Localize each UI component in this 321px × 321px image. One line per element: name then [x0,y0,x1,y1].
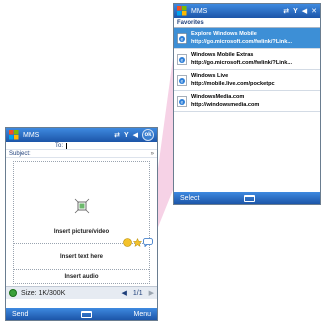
signal-icon[interactable]: Y [124,132,129,139]
keyboard-icon[interactable] [244,194,255,202]
favorite-item[interactable]: e Explore Windows Mobile http://go.micro… [174,28,320,49]
text-cursor [66,142,67,149]
windows-flag-icon[interactable] [177,6,187,16]
chevron-down-icon[interactable]: » [151,151,154,157]
insert-text-slot[interactable]: Insert text here [14,238,153,270]
slide-area: Insert picture/video Insert text here In… [13,161,153,284]
favorite-item[interactable]: e WindowsMedia.com http://windowsmedia.c… [174,91,320,112]
subject-field[interactable]: Subject: » [6,150,157,158]
insert-picture-label: Insert picture/video [53,229,110,235]
connectivity-icon[interactable]: ⇄ [283,7,289,15]
menu-softkey[interactable]: Menu [111,311,151,318]
favorite-name: WindowsMedia.com [191,94,245,100]
internet-explorer-icon: e [177,32,187,44]
insert-text-label: Insert text here [59,253,104,260]
star-icon[interactable] [133,238,142,247]
compose-screen: MMS ⇄ Y ◀ ok To: Subject: » Insert pictu… [5,127,158,321]
favorite-url: http://go.microsoft.com/fwlink/?Link... [191,60,292,66]
favorite-url: http://mobile.live.com/pocketpc [191,81,275,87]
volume-icon[interactable]: ◀ [302,7,307,15]
favorites-header: Favorites [174,18,320,28]
play-icon[interactable] [9,289,17,297]
subject-label: Subject: [9,150,31,157]
page-navigator: ◀ 1/1 ▶ [121,289,154,298]
softkey-bar: Select [174,192,320,204]
favorite-url: http://go.microsoft.com/fwlink/?Link... [191,39,292,45]
send-softkey[interactable]: Send [12,311,62,318]
insert-audio-slot[interactable]: Insert audio [14,270,149,283]
favorite-item[interactable]: e Windows Live http://mobile.live.com/po… [174,70,320,91]
app-title: MMS [191,7,208,15]
smiley-icon[interactable] [123,238,132,247]
select-softkey[interactable]: Select [180,195,225,202]
previous-page-icon[interactable]: ◀ [121,289,126,297]
windows-flag-icon[interactable] [9,130,19,140]
volume-icon[interactable]: ◀ [133,131,138,139]
internet-explorer-icon: e [177,74,187,86]
insert-audio-label: Insert audio [64,273,99,280]
speech-bubble-icon[interactable] [143,238,153,247]
favorite-name: Windows Mobile Extras [191,52,254,58]
to-field[interactable]: To: [6,142,157,150]
next-page-icon[interactable]: ▶ [149,289,154,297]
insert-picture-slot[interactable]: Insert picture/video [14,162,149,244]
softkey-bar: Send Menu [6,308,157,320]
size-text: Size: 1K/300K [21,289,66,297]
status-tray: ⇄ Y ◀ ✕ [283,7,317,16]
status-tray: ⇄ Y ◀ ok [114,129,154,141]
picture-icon [74,198,89,214]
favorite-name: Windows Live [191,73,229,79]
favorite-url: http://windowsmedia.com [191,102,260,108]
favorite-item[interactable]: e Windows Mobile Extras http://go.micros… [174,49,320,70]
internet-explorer-icon: e [177,53,187,65]
emoticon-group [123,238,153,247]
ok-button[interactable]: ok [142,129,154,141]
close-icon[interactable]: ✕ [311,7,317,15]
favorite-name: Explore Windows Mobile [191,31,257,37]
page-indicator: 1/1 [132,289,143,297]
to-label: To: [54,142,63,149]
keyboard-icon[interactable] [81,310,92,318]
size-bar: Size: 1K/300K ◀ 1/1 ▶ [6,286,157,299]
app-title: MMS [23,131,40,139]
favorites-screen: MMS ⇄ Y ◀ ✕ Favorites e Explore Windows … [173,3,321,205]
internet-explorer-icon: e [177,95,187,107]
signal-icon[interactable]: Y [293,8,298,15]
title-bar: MMS ⇄ Y ◀ ok [6,128,157,142]
title-bar: MMS ⇄ Y ◀ ✕ [174,4,320,18]
connectivity-icon[interactable]: ⇄ [114,131,120,139]
